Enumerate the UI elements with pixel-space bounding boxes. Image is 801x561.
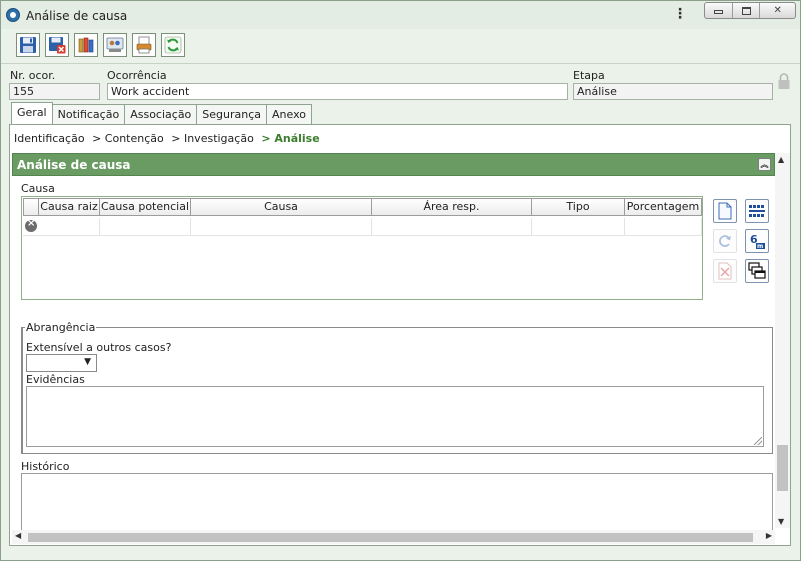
column-tipo[interactable]: Tipo	[532, 198, 625, 216]
ishikawa-button[interactable]	[745, 199, 769, 223]
print-report-icon	[136, 36, 152, 54]
save-button[interactable]	[16, 33, 40, 57]
grid-header-corner	[23, 198, 39, 216]
save-icon	[20, 37, 36, 53]
abrangencia-legend: Abrangência	[26, 321, 96, 334]
extensivel-label: Extensível a outros casos?	[26, 341, 172, 354]
app-icon	[6, 8, 20, 22]
delete-icon	[718, 262, 732, 280]
vertical-scrollbar[interactable]: ▲ ▼	[775, 153, 790, 528]
column-causa[interactable]: Causa	[191, 198, 372, 216]
breadcrumb-identificacao[interactable]: Identificação	[14, 132, 85, 145]
evidencias-textarea[interactable]	[26, 386, 764, 447]
refresh-button[interactable]	[161, 33, 185, 57]
delete-row-icon[interactable]	[25, 218, 37, 232]
save-close-icon	[49, 37, 66, 54]
cell-porcentagem[interactable]	[625, 218, 702, 236]
causa-grid: Causa raiz Causa potencial Causa Área re…	[21, 196, 703, 300]
evidencias-label: Evidências	[26, 373, 85, 386]
edit-icon	[719, 235, 731, 247]
breadcrumb-analise: > Análise	[261, 132, 320, 145]
lock-icon[interactable]	[777, 73, 791, 90]
causa-label: Causa	[21, 182, 55, 195]
breadcrumb-contencao[interactable]: > Contenção	[92, 132, 164, 145]
collapse-section-button[interactable]: ︽	[758, 158, 771, 171]
column-causa-potencial[interactable]: Causa potencial	[100, 198, 191, 216]
resize-grip-icon[interactable]	[754, 437, 762, 445]
tab-bar: Geral Notificação Associação Segurança A…	[11, 102, 313, 125]
historico-textarea[interactable]	[21, 473, 773, 530]
tab-geral[interactable]: Geral	[11, 102, 53, 125]
cell-area-resp[interactable]	[372, 218, 532, 236]
cell-causa-potencial[interactable]	[100, 218, 191, 236]
refresh-icon	[164, 36, 182, 54]
scroll-up-icon[interactable]: ▲	[778, 155, 784, 164]
column-causa-raiz[interactable]: Causa raiz	[39, 198, 100, 216]
breadcrumb: Identificação > Contenção > Investigação…	[14, 132, 324, 145]
new-document-icon	[718, 202, 732, 220]
more-options-icon[interactable]: ⋮	[673, 6, 687, 22]
edit-causa-button[interactable]	[713, 229, 737, 253]
toolbar-divider	[1, 63, 800, 64]
horizontal-scrollbar[interactable]: ◀ ▶	[12, 530, 775, 544]
cell-tipo[interactable]	[532, 218, 625, 236]
maximize-button[interactable]	[733, 3, 761, 18]
breadcrumb-investigacao[interactable]: > Investigação	[171, 132, 254, 145]
save-and-close-button[interactable]	[45, 33, 69, 57]
table-row[interactable]	[23, 218, 702, 236]
nr-ocor-label: Nr. ocor.	[10, 69, 56, 82]
close-icon: ✕	[773, 5, 782, 16]
toolbar	[16, 33, 185, 57]
minimize-icon	[713, 10, 723, 14]
etapa-label: Etapa	[573, 69, 605, 82]
vertical-scroll-thumb[interactable]	[777, 445, 788, 491]
maximize-icon	[741, 6, 751, 15]
close-button[interactable]: ✕	[760, 3, 795, 18]
tab-content-panel: Identificação > Contenção > Investigação…	[9, 124, 791, 546]
scroll-right-icon[interactable]: ▶	[766, 531, 772, 540]
minimize-button[interactable]	[705, 3, 733, 18]
cell-causa-raiz[interactable]	[39, 218, 100, 236]
title-bar: Análise de causa ⋮ ✕	[1, 1, 800, 29]
section-header: Análise de causa ︽	[12, 153, 775, 176]
6m-button[interactable]: 6 m	[745, 229, 769, 253]
causa-grid-header: Causa raiz Causa potencial Causa Área re…	[23, 198, 702, 216]
row-selector[interactable]	[23, 218, 39, 236]
ocorrencia-label: Ocorrência	[107, 69, 167, 82]
windows-icon	[748, 262, 766, 279]
extensivel-select[interactable]: ▼	[26, 354, 97, 372]
attachments-button[interactable]	[74, 33, 98, 57]
attachments-icon	[78, 37, 94, 53]
chevron-up-icon: ︽	[760, 160, 769, 169]
tab-seguranca[interactable]: Segurança	[196, 104, 268, 125]
column-porcentagem[interactable]: Porcentagem	[625, 198, 702, 216]
nr-ocor-field[interactable]: 155	[9, 83, 100, 100]
window: Análise de causa ⋮ ✕ Nr. ocor. 155 Ocorr…	[0, 0, 801, 561]
scroll-left-icon[interactable]: ◀	[15, 531, 21, 540]
cell-causa[interactable]	[191, 218, 372, 236]
tab-anexo[interactable]: Anexo	[266, 104, 313, 125]
tab-notificacao[interactable]: Notificação	[51, 104, 126, 125]
ocorrencia-field[interactable]: Work accident	[107, 83, 568, 100]
users-search-icon	[106, 37, 124, 52]
horizontal-scroll-thumb[interactable]	[28, 533, 753, 542]
svg-text:m: m	[757, 243, 763, 250]
historico-label: Histórico	[21, 460, 70, 473]
chevron-down-icon: ▼	[84, 357, 91, 367]
print-report-button[interactable]	[132, 33, 156, 57]
view-users-button[interactable]	[103, 33, 127, 57]
section-title: Análise de causa	[17, 158, 131, 172]
window-controls: ✕	[704, 2, 796, 19]
add-causa-button[interactable]	[713, 199, 737, 223]
tab-associacao[interactable]: Associação	[124, 104, 198, 125]
scroll-down-icon[interactable]: ▼	[778, 517, 784, 526]
diagram-icon	[749, 205, 765, 217]
view-tree-button[interactable]	[745, 259, 769, 283]
etapa-field[interactable]: Análise	[573, 83, 773, 100]
window-title: Análise de causa	[26, 9, 128, 23]
delete-causa-button[interactable]	[713, 259, 737, 283]
6m-icon: 6 m	[750, 233, 765, 250]
column-area-resp[interactable]: Área resp.	[372, 198, 532, 216]
